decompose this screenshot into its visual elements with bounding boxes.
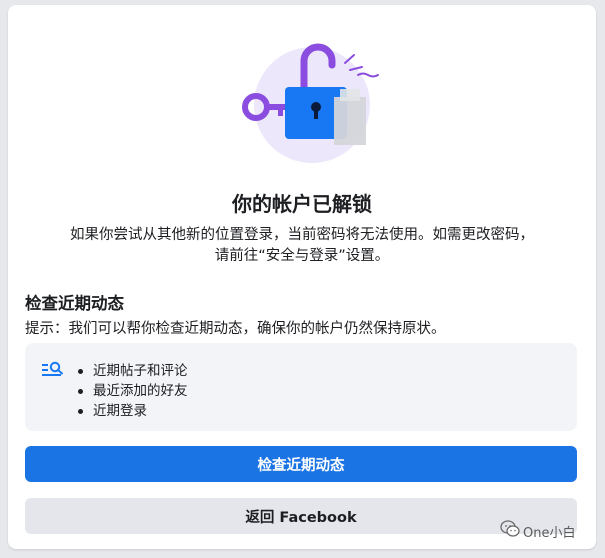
list-item: 近期帖子和评论	[77, 361, 188, 381]
back-to-facebook-button[interactable]: 返回 Facebook	[25, 498, 577, 534]
subtitle-line-2: 请前往“安全与登录”设置。	[214, 248, 390, 264]
review-activity-button[interactable]: 检查近期动态	[25, 446, 577, 482]
dialog-title: 你的帐户已解锁	[232, 192, 372, 216]
review-hint: 提示：我们可以帮你检查近期动态，确保你的帐户仍然保持原状。	[25, 321, 446, 337]
activity-list: 近期帖子和评论 最近添加的好友 近期登录	[77, 361, 188, 421]
dialog-subtitle: 如果你尝试从其他新的位置登录，当前密码将无法使用。如需更改密码， 请前往“安全与…	[22, 225, 582, 267]
list-item: 最近添加的好友	[77, 381, 188, 401]
padlock-key-icon	[242, 43, 379, 163]
watermark: One小白	[500, 520, 575, 542]
list-item: 近期登录	[77, 401, 188, 421]
wechat-icon	[500, 520, 520, 542]
search-list-icon	[41, 361, 65, 379]
subtitle-line-1: 如果你尝试从其他新的位置登录，当前密码将无法使用。如需更改密码，	[70, 227, 534, 243]
recent-activity-panel: 近期帖子和评论 最近添加的好友 近期登录	[25, 343, 577, 431]
watermark-text: One小白	[523, 525, 576, 541]
unlock-dialog: 你的帐户已解锁 如果你尝试从其他新的位置登录，当前密码将无法使用。如需更改密码，…	[8, 5, 596, 549]
unlocked-padlock-illustration	[232, 35, 390, 167]
review-heading: 检查近期动态	[25, 294, 124, 313]
